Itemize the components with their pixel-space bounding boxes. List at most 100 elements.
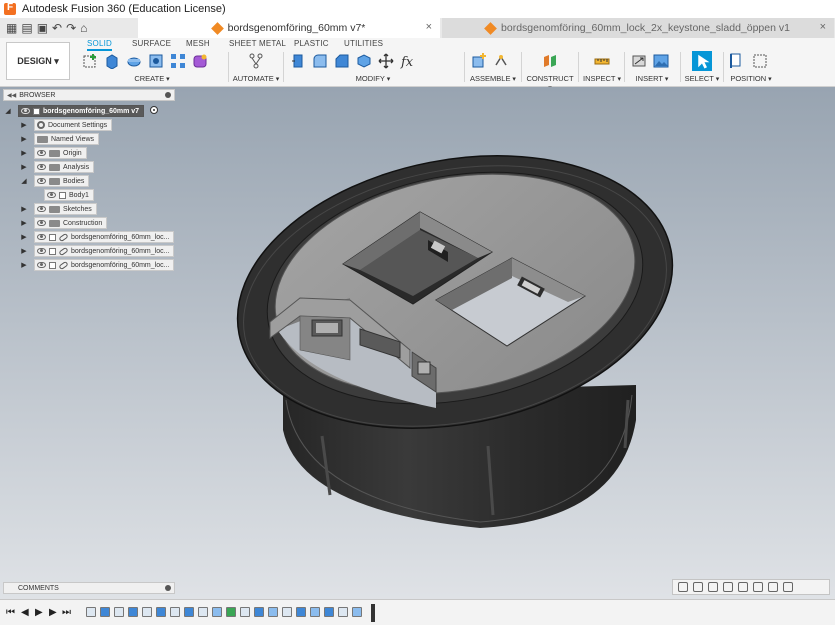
timeline-marker[interactable] [371, 604, 375, 622]
visibility-eye-icon[interactable] [37, 164, 46, 170]
collapse-arrow-icon[interactable]: ◀◀ [7, 92, 16, 99]
shell-icon[interactable] [356, 53, 372, 69]
expand-icon[interactable]: ▶ [20, 163, 28, 171]
grid-menu-icon[interactable]: ▦ [6, 21, 17, 35]
tab-solid[interactable]: SOLID [87, 39, 113, 51]
close-icon[interactable]: × [426, 21, 432, 33]
visibility-eye-icon[interactable] [37, 248, 46, 254]
display-settings-icon[interactable] [753, 582, 763, 592]
play-icon[interactable]: ▶ [35, 607, 43, 618]
new-component-icon[interactable] [471, 53, 487, 69]
measure-icon[interactable] [594, 53, 610, 69]
workspace-switcher-button[interactable]: DESIGN ▾ [6, 42, 70, 80]
modify-menu[interactable]: MODIFY [286, 74, 460, 83]
create-menu[interactable]: CREATE [78, 74, 226, 83]
capture-position-icon[interactable] [752, 53, 768, 69]
align-icon[interactable] [730, 53, 746, 69]
select-menu[interactable]: SELECT [683, 74, 721, 83]
expand-icon[interactable]: ▶ [20, 233, 28, 241]
timeline-plane-icon[interactable] [226, 607, 236, 617]
tab-mesh[interactable]: MESH [186, 39, 210, 48]
timeline-sketch-icon[interactable] [198, 607, 208, 617]
tab-utilities[interactable]: UTILITIES [344, 39, 383, 48]
tree-node-analysis[interactable]: ▶ Analysis [21, 161, 95, 173]
visibility-eye-icon[interactable] [21, 108, 30, 114]
move-icon[interactable] [378, 53, 394, 69]
automate-menu[interactable]: AUTOMATE [232, 74, 280, 83]
timeline-extrude-icon[interactable] [296, 607, 306, 617]
browser-panel-header[interactable]: ◀◀ BROWSER [3, 89, 175, 101]
tree-node-document-settings[interactable]: ▶ Document Settings [21, 119, 113, 131]
timeline-sketch-icon[interactable] [170, 607, 180, 617]
tree-node-linked-component[interactable]: ▶ bordsgenomföring_60mm_loc... [21, 245, 175, 257]
expand-icon[interactable]: ▶ [20, 121, 28, 129]
timeline-fillet-icon[interactable] [310, 607, 320, 617]
timeline-sketch-icon[interactable] [142, 607, 152, 617]
tree-node-bodies[interactable]: ◢ Bodies [21, 175, 90, 187]
tree-node-named-views[interactable]: ▶ Named Views [21, 133, 100, 145]
tree-node-origin[interactable]: ▶ Origin [21, 147, 87, 159]
panel-options-icon[interactable] [165, 92, 171, 98]
parameters-icon[interactable]: fx [400, 53, 416, 69]
expand-icon[interactable]: ◢ [20, 177, 28, 185]
position-menu[interactable]: POSITION [726, 74, 776, 83]
tab-document-inactive[interactable]: bordsgenomföring_60mm_lock_2x_keystone_s… [442, 18, 834, 38]
form-icon[interactable] [192, 53, 208, 69]
tab-plastic[interactable]: PLASTIC [294, 39, 329, 48]
revolve-icon[interactable] [126, 53, 142, 69]
expand-icon[interactable]: ▶ [20, 219, 28, 227]
fit-icon[interactable] [738, 582, 748, 592]
timeline-sketch-icon[interactable] [240, 607, 250, 617]
timeline-extrude-icon[interactable] [184, 607, 194, 617]
chamfer-icon[interactable] [334, 53, 350, 69]
grid-settings-icon[interactable] [768, 582, 778, 592]
save-icon[interactable]: ▣ [37, 21, 48, 35]
visibility-eye-icon[interactable] [37, 178, 46, 184]
close-icon[interactable]: × [820, 21, 826, 33]
insert-derive-icon[interactable] [631, 53, 647, 69]
insert-menu[interactable]: INSERT [627, 74, 677, 83]
tab-sheet-metal[interactable]: SHEET METAL [229, 39, 286, 48]
timeline-shell-icon[interactable] [352, 607, 362, 617]
tree-node-linked-component[interactable]: ▶ bordsgenomföring_60mm_loc... [21, 259, 175, 271]
tree-node-body1[interactable]: Body1 [44, 189, 94, 201]
undo-icon[interactable]: ↶ [52, 21, 62, 35]
offset-plane-icon[interactable] [542, 53, 558, 69]
add-comment-icon[interactable] [165, 585, 171, 591]
timeline-sketch-icon[interactable] [338, 607, 348, 617]
comments-panel-header[interactable]: COMMENTS [3, 582, 175, 594]
joint-icon[interactable] [493, 53, 509, 69]
visibility-eye-icon[interactable] [47, 192, 56, 198]
go-to-end-icon[interactable]: ⏭ [62, 607, 71, 618]
timeline-extrude-icon[interactable] [254, 607, 264, 617]
select-icon[interactable] [692, 51, 712, 71]
redo-icon[interactable]: ↷ [66, 21, 76, 35]
tab-surface[interactable]: SURFACE [132, 39, 171, 48]
expand-icon[interactable]: ▶ [20, 135, 28, 143]
extrude-icon[interactable] [104, 53, 120, 69]
inspect-menu[interactable]: INSPECT [581, 74, 623, 83]
timeline-sketch-icon[interactable] [282, 607, 292, 617]
expand-icon[interactable]: ▶ [20, 205, 28, 213]
hole-icon[interactable] [148, 53, 164, 69]
press-pull-icon[interactable] [290, 53, 306, 69]
viewports-icon[interactable] [783, 582, 793, 592]
visibility-eye-icon[interactable] [37, 150, 46, 156]
timeline-extrude-icon[interactable] [324, 607, 334, 617]
visibility-eye-icon[interactable] [37, 206, 46, 212]
pattern-icon[interactable] [170, 53, 186, 69]
visibility-eye-icon[interactable] [37, 234, 46, 240]
tree-node-root[interactable]: ◢ bordsgenomföring_60mm v7 [5, 105, 159, 117]
visibility-eye-icon[interactable] [37, 262, 46, 268]
zoom-icon[interactable] [723, 582, 733, 592]
expand-icon[interactable]: ▶ [20, 261, 28, 269]
expand-icon[interactable]: ▶ [20, 247, 28, 255]
fillet-icon[interactable] [312, 53, 328, 69]
model-body[interactable] [0, 87, 835, 599]
timeline-sketch-icon[interactable] [86, 607, 96, 617]
pan-icon[interactable] [708, 582, 718, 592]
insert-image-icon[interactable] [653, 53, 669, 69]
timeline-extrude-icon[interactable] [156, 607, 166, 617]
file-menu-icon[interactable]: ▤ [21, 21, 32, 35]
step-back-icon[interactable]: ◀ [21, 607, 29, 618]
